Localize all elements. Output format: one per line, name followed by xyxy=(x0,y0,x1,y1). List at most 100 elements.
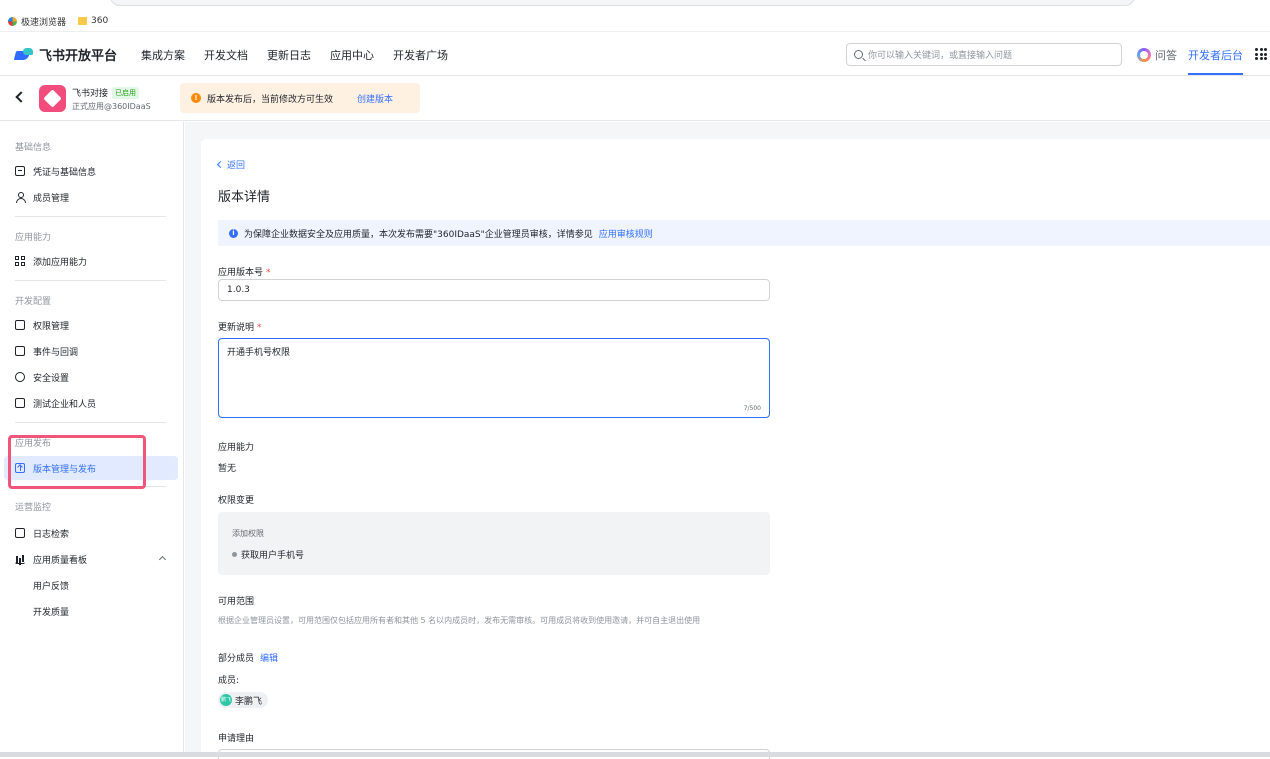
bookmark-label: 360 xyxy=(91,16,109,26)
bookmarks-bar: 极速浏览器 360 xyxy=(0,0,1270,32)
sidebar-item-members[interactable]: 成员管理 xyxy=(15,190,69,204)
sidebar-section-title: 应用能力 xyxy=(15,233,52,243)
char-count: 7/500 xyxy=(743,405,761,412)
ai-assistant-icon xyxy=(1137,48,1151,62)
version-label: 应用版本号 * xyxy=(218,265,271,278)
edit-scope-link[interactable]: 编辑 xyxy=(260,654,278,664)
sidebar-divider xyxy=(15,280,166,281)
folder-icon xyxy=(78,17,87,25)
feishu-logo-icon xyxy=(15,47,33,62)
nav-link[interactable]: 开发文档 xyxy=(204,47,248,63)
scope-part-row: 部分成员 编辑 xyxy=(218,651,278,664)
sidebar-item-label: 应用质量看板 xyxy=(33,555,88,566)
sidebar-item-label: 开发质量 xyxy=(33,607,70,618)
status-badge: 已启用 xyxy=(112,86,140,99)
required-mark: * xyxy=(257,323,262,333)
bar-chart-icon xyxy=(15,554,25,564)
required-mark: * xyxy=(266,268,271,278)
sidebar-item-test-enterprise[interactable]: 测试企业和人员 xyxy=(15,396,96,410)
chevron-up-icon[interactable] xyxy=(158,555,167,564)
review-rules-link[interactable]: 应用审核规则 xyxy=(599,227,653,240)
window-bottom-edge xyxy=(0,752,1270,757)
permission-change-label: 权限变更 xyxy=(218,496,255,506)
sidebar-section-title: 运营监控 xyxy=(15,503,52,513)
sidebar-item-label: 成员管理 xyxy=(33,193,70,204)
log-search-icon xyxy=(15,528,25,538)
app-avatar xyxy=(39,85,66,112)
bookmark-label: 极速浏览器 xyxy=(21,17,67,28)
nav-link[interactable]: 更新日志 xyxy=(267,47,311,63)
capability-value: 暂无 xyxy=(218,464,237,474)
notes-textarea[interactable]: 开通手机号权限 7/500 xyxy=(218,338,770,418)
permission-item-label: 获取用户手机号 xyxy=(241,551,305,561)
apps-icon xyxy=(15,256,25,266)
event-icon xyxy=(15,346,25,356)
capability-label: 应用能力 xyxy=(218,443,255,453)
apps-grid-icon[interactable] xyxy=(1255,48,1267,60)
sidebar-item-dev-quality[interactable]: 开发质量 xyxy=(33,604,69,618)
back-label: 返回 xyxy=(227,161,246,171)
nav-links: 集成方案 开发文档 更新日志 应用中心 开发者广场 xyxy=(141,47,448,63)
create-version-link[interactable]: 创建版本 xyxy=(357,92,393,105)
ask-button[interactable]: 问答 xyxy=(1137,47,1177,63)
sidebar-item-label: 凭证与基础信息 xyxy=(33,167,97,178)
sidebar-item-label: 权限管理 xyxy=(33,321,70,332)
info-text: 为保障企业数据安全及应用质量，本次发布需要"360IDaaS"企业管理员审核，详… xyxy=(244,229,593,240)
sidebar-item-quality-dashboard[interactable]: 应用质量看板 xyxy=(15,552,87,566)
code-icon xyxy=(15,398,25,408)
user-icon xyxy=(15,192,26,203)
sidebar-item-label: 用户反馈 xyxy=(33,581,70,592)
avatar: 鹏飞 xyxy=(220,694,232,706)
highlight-annotation xyxy=(8,435,146,489)
info-banner: i 为保障企业数据安全及应用质量，本次发布需要"360IDaaS"企业管理员审核… xyxy=(218,220,1270,246)
platform-name: 飞书开放平台 xyxy=(39,49,118,64)
notes-value: 开通手机号权限 xyxy=(227,348,291,358)
reason-label: 申请理由 xyxy=(218,734,255,744)
permission-change-box: 添加权限 获取用户手机号 xyxy=(218,512,770,575)
sidebar-item-events[interactable]: 事件与回调 xyxy=(15,344,78,358)
scope-label: 可用范围 xyxy=(218,597,255,607)
cube-icon xyxy=(43,89,62,108)
search-input[interactable]: 你可以输入关键词，或直接输入问题 xyxy=(846,43,1122,66)
back-link[interactable]: 返回 xyxy=(216,158,246,171)
release-notice: ! 版本发布后，当前修改方可生效 创建版本 xyxy=(180,83,420,113)
shield-icon xyxy=(15,372,25,382)
add-permission-title: 添加权限 xyxy=(232,529,264,538)
member-name: 李鹏飞 xyxy=(235,696,263,707)
sidebar-item-user-feedback[interactable]: 用户反馈 xyxy=(33,578,69,592)
version-input[interactable]: 1.0.3 xyxy=(218,279,770,301)
ask-label: 问答 xyxy=(1155,49,1177,62)
sidebar-divider xyxy=(15,422,166,423)
sidebar-item-add-capability[interactable]: 添加应用能力 xyxy=(15,254,87,268)
notes-label: 更新说明 * xyxy=(218,320,262,333)
nav-link[interactable]: 集成方案 xyxy=(141,47,185,63)
back-icon[interactable] xyxy=(15,91,27,103)
lock-icon xyxy=(15,320,25,330)
platform-logo[interactable]: 飞书开放平台 xyxy=(15,45,117,64)
developer-console-tab[interactable]: 开发者后台 xyxy=(1188,47,1243,75)
sidebar-section-title: 基础信息 xyxy=(15,143,52,153)
app-name: 飞书对接 xyxy=(72,89,109,99)
search-placeholder: 你可以输入关键词，或直接输入问题 xyxy=(868,51,1013,61)
address-bar[interactable] xyxy=(110,0,1135,6)
app-header: 飞书对接 已启用 正式应用@360IDaaS ! 版本发布后，当前修改方可生效 … xyxy=(0,77,1270,121)
version-label-text: 应用版本号 xyxy=(218,268,264,278)
sidebar-item-label: 日志检索 xyxy=(33,529,70,540)
credential-icon xyxy=(15,166,25,176)
sidebar-item-credentials[interactable]: 凭证与基础信息 xyxy=(15,164,96,178)
sidebar-item-label: 事件与回调 xyxy=(33,347,79,358)
nav-link[interactable]: 开发者广场 xyxy=(393,47,448,63)
browser-360-icon xyxy=(8,16,17,26)
search-icon xyxy=(854,50,863,59)
notice-text: 版本发布后，当前修改方可生效 xyxy=(207,94,334,105)
sidebar-item-security[interactable]: 安全设置 xyxy=(15,370,69,384)
sidebar-item-permissions[interactable]: 权限管理 xyxy=(15,318,69,332)
bookmark-item[interactable]: 360 xyxy=(78,14,108,28)
sidebar-item-log-search[interactable]: 日志检索 xyxy=(15,526,69,540)
permission-item: 获取用户手机号 xyxy=(232,548,304,561)
bookmark-item[interactable]: 极速浏览器 xyxy=(8,14,66,28)
member-chip[interactable]: 鹏飞 李鹏飞 xyxy=(218,692,269,708)
nav-link[interactable]: 应用中心 xyxy=(330,47,374,63)
members-label: 成员: xyxy=(218,676,240,686)
notes-label-text: 更新说明 xyxy=(218,323,255,333)
